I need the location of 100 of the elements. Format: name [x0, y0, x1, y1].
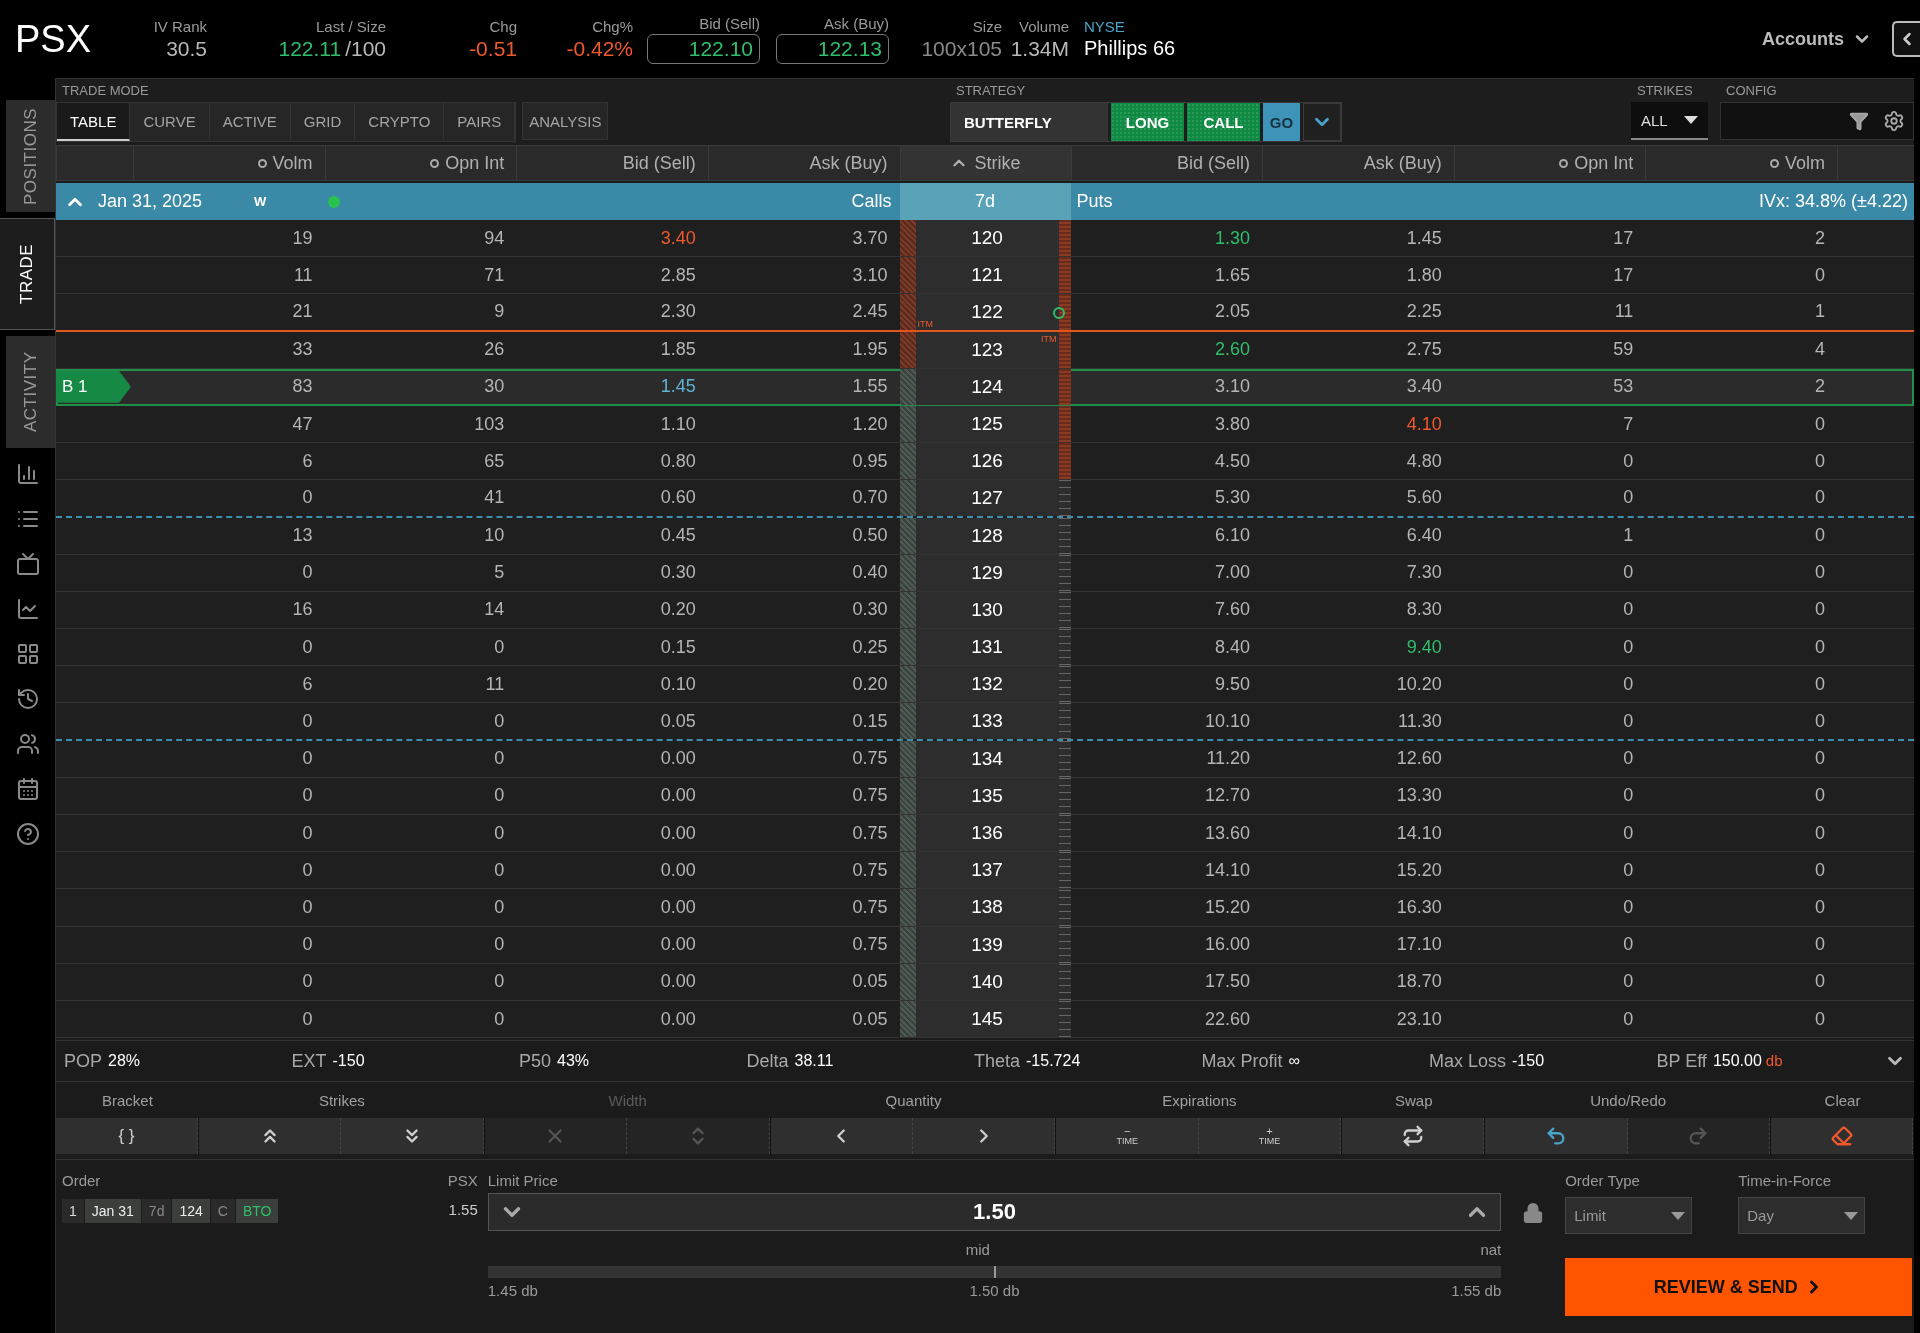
option-row[interactable]: 21 9 2.30 2.45 122 ITM 2.05 2.25 11 1	[56, 294, 1914, 332]
table-cell[interactable]: 0	[1453, 963, 1646, 1000]
table-cell[interactable]: 0.05	[516, 703, 708, 739]
history-icon[interactable]	[15, 686, 40, 711]
strategy-dropdown[interactable]	[1303, 103, 1341, 141]
table-cell[interactable]: 0	[1645, 889, 1837, 926]
table-cell[interactable]: 0.70	[707, 480, 900, 516]
table-cell[interactable]: 1.10	[516, 405, 708, 443]
table-cell[interactable]: 17.10	[1262, 926, 1454, 963]
table-cell[interactable]: 0.00	[516, 777, 708, 814]
table-cell[interactable]: 0	[1453, 889, 1646, 926]
table-cell[interactable]: 0	[1645, 629, 1837, 666]
table-cell[interactable]: 0	[324, 926, 517, 963]
table-cell[interactable]: 94	[324, 220, 517, 257]
table-cell[interactable]: 0	[324, 889, 517, 926]
table-cell[interactable]: 0.30	[516, 554, 708, 591]
option-row[interactable]: 13 10 0.45 0.50 128 6.10 6.40 1 0	[56, 517, 1914, 555]
table-cell[interactable]: 6	[133, 443, 325, 480]
table-cell[interactable]: 59	[1453, 331, 1646, 368]
table-cell[interactable]: 21	[133, 294, 325, 330]
table-cell[interactable]: 0	[1453, 815, 1646, 852]
table-cell[interactable]: 0.30	[707, 591, 900, 629]
table-cell[interactable]: 0	[1453, 703, 1646, 739]
column-header[interactable]: Opn Int	[445, 152, 505, 174]
table-cell[interactable]: 0.50	[707, 517, 900, 554]
table-cell[interactable]: 0.75	[707, 852, 900, 889]
order-leg-field[interactable]: 1	[62, 1199, 84, 1223]
people-icon[interactable]	[15, 731, 40, 756]
bar-chart-icon[interactable]	[15, 461, 40, 486]
option-row[interactable]: 0 0 0.00 0.75 135 12.70 13.30 0 0	[56, 777, 1914, 815]
table-cell[interactable]: 0.75	[707, 926, 900, 963]
table-cell[interactable]: 0.00	[516, 852, 708, 889]
table-cell[interactable]: 22.60	[1070, 1000, 1263, 1038]
option-row[interactable]: 0 0 0.05 0.15 133 10.10 11.30 0 0	[56, 703, 1914, 741]
table-cell[interactable]: 0.95	[707, 443, 900, 480]
table-cell[interactable]: 2.25	[1262, 294, 1454, 330]
table-cell[interactable]: 10.20	[1262, 666, 1454, 703]
column-header[interactable]: Strike	[974, 152, 1021, 174]
strategy-name[interactable]: BUTTERFLY	[951, 103, 1108, 141]
mode-tab[interactable]: TABLE	[57, 103, 131, 141]
table-cell[interactable]: 0	[1645, 405, 1837, 443]
table-cell[interactable]: 30	[324, 368, 517, 405]
option-row[interactable]: 0 0 0.00 0.75 139 16.00 17.10 0 0	[56, 926, 1914, 964]
table-cell[interactable]: 0	[1453, 852, 1646, 889]
option-type-button[interactable]: CALL	[1187, 103, 1260, 141]
table-cell[interactable]: 0.40	[707, 554, 900, 591]
table-cell[interactable]: 0	[133, 815, 325, 852]
table-cell[interactable]: 0	[133, 889, 325, 926]
table-cell[interactable]: 0	[1645, 480, 1837, 516]
table-cell[interactable]: 71	[324, 257, 517, 294]
column-header[interactable]: Ask (Buy)	[1363, 152, 1442, 174]
table-cell[interactable]: 0	[1645, 777, 1837, 814]
table-cell[interactable]: 53	[1453, 368, 1646, 405]
table-cell[interactable]: 0	[1645, 703, 1837, 739]
table-cell[interactable]: 12.70	[1070, 777, 1263, 814]
table-cell[interactable]: 0.45	[516, 517, 708, 554]
table-cell[interactable]: 9.50	[1070, 666, 1263, 703]
go-button[interactable]: GO	[1263, 103, 1300, 141]
review-send-button[interactable]: REVIEW & SEND	[1565, 1258, 1913, 1316]
table-cell[interactable]: 0	[1645, 257, 1837, 294]
table-cell[interactable]: 2	[1645, 368, 1837, 405]
table-cell[interactable]: 3.10	[707, 257, 900, 294]
mode-tab[interactable]: PAIRS	[444, 103, 516, 141]
option-row[interactable]: 16 14 0.20 0.30 130 7.60 8.30 0 0	[56, 591, 1914, 630]
time-in-force-select[interactable]: Day	[1738, 1197, 1866, 1234]
toggle-icon[interactable]	[1559, 158, 1569, 168]
table-cell[interactable]: 0	[1453, 480, 1646, 516]
table-cell[interactable]: 1.45	[516, 368, 708, 405]
order-leg-field[interactable]: Jan 31	[84, 1199, 141, 1223]
order-leg-field[interactable]: 124	[172, 1199, 210, 1223]
table-cell[interactable]: 10.10	[1070, 703, 1263, 739]
option-row[interactable]: 0 0 0.00 0.05 145 22.60 23.10 0 0	[56, 1000, 1914, 1039]
slider-thumb[interactable]	[993, 1266, 996, 1278]
table-cell[interactable]: 0	[133, 480, 325, 516]
option-row[interactable]: 6 65 0.80 0.95 126 4.50 4.80 0 0	[56, 443, 1914, 481]
column-header[interactable]: Volm	[1784, 152, 1825, 174]
analysis-button[interactable]: ANALYSIS	[522, 102, 609, 140]
table-cell[interactable]: 2.45	[707, 294, 900, 330]
table-cell[interactable]: 4.10	[1262, 405, 1454, 443]
table-cell[interactable]: 0	[133, 1000, 325, 1038]
table-cell[interactable]: 0.60	[516, 480, 708, 516]
column-header[interactable]: Ask (Buy)	[809, 152, 888, 174]
table-cell[interactable]: 16	[133, 591, 325, 629]
table-cell[interactable]: 0.80	[516, 443, 708, 480]
table-cell[interactable]: 9	[324, 294, 517, 330]
price-slider[interactable]	[487, 1266, 1502, 1278]
table-cell[interactable]: 0	[324, 777, 517, 814]
table-cell[interactable]: 11	[324, 666, 517, 703]
lock-icon[interactable]	[1522, 1202, 1545, 1224]
table-cell[interactable]: 0.75	[707, 777, 900, 814]
quote-price-box[interactable]: 122.10	[647, 33, 760, 64]
tv-icon[interactable]	[15, 551, 40, 576]
table-cell[interactable]: 0.05	[707, 963, 900, 1000]
table-cell[interactable]: 0.75	[707, 740, 900, 777]
table-cell[interactable]: 8.30	[1262, 591, 1454, 629]
table-cell[interactable]: 1.20	[707, 405, 900, 443]
table-cell[interactable]: 0.00	[516, 1000, 708, 1038]
table-cell[interactable]: 65	[324, 443, 517, 480]
table-cell[interactable]: 19	[133, 220, 325, 257]
table-cell[interactable]: 0	[324, 703, 517, 739]
